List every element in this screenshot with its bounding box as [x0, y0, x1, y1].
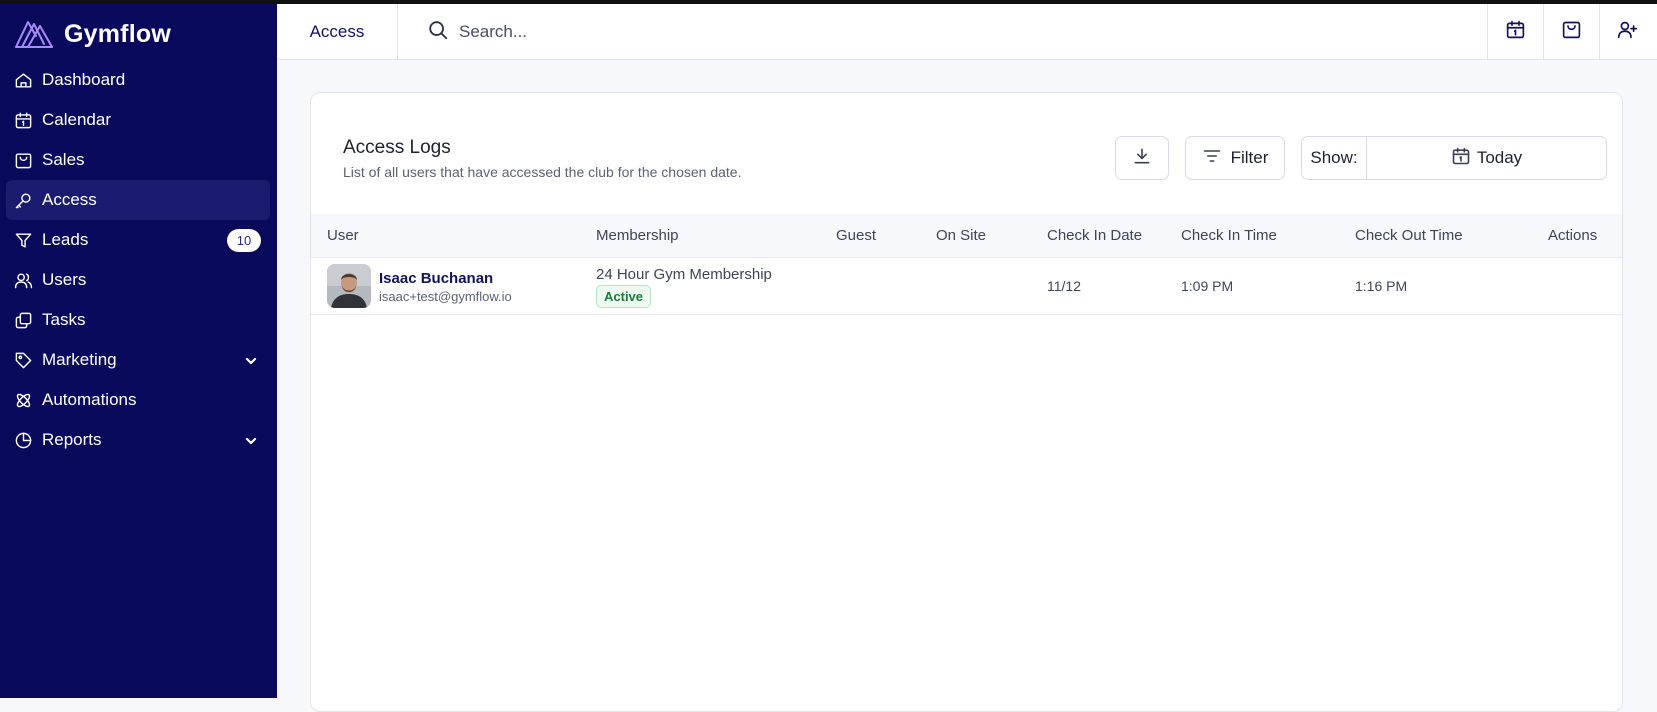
- status-badge: Active: [596, 285, 652, 308]
- sidebar-item-reports[interactable]: Reports: [6, 420, 270, 460]
- sidebar-item-dashboard[interactable]: Dashboard: [6, 60, 270, 100]
- search-icon: [427, 19, 449, 46]
- home-icon: [14, 71, 33, 90]
- sidebar: Gymflow Dashboard Calendar Sales Access …: [0, 0, 277, 698]
- sidebar-item-label: Marketing: [42, 350, 117, 369]
- filter-lines-icon: [1202, 146, 1222, 171]
- calendar-button[interactable]: [1487, 4, 1543, 59]
- sidebar-item-tasks[interactable]: Tasks: [6, 300, 270, 340]
- user-name-link[interactable]: Isaac Buchanan: [379, 270, 493, 287]
- cart-button[interactable]: [1543, 4, 1599, 59]
- gymflow-logo-icon: [14, 14, 54, 55]
- table-header: User Membership Guest On Site Check In D…: [311, 214, 1622, 258]
- card-subtitle: List of all users that have accessed the…: [343, 164, 742, 180]
- show-label: Show:: [1302, 137, 1367, 179]
- window-top-border: [0, 0, 1657, 4]
- users-icon: [14, 271, 33, 290]
- atom-icon: [14, 391, 33, 410]
- access-logs-card: Access Logs List of all users that have …: [310, 92, 1623, 712]
- sidebar-item-marketing[interactable]: Marketing: [6, 340, 270, 380]
- sidebar-nav: Dashboard Calendar Sales Access Leads 10…: [6, 60, 270, 460]
- page-title: Access: [277, 4, 398, 59]
- calendar-icon: [1451, 146, 1471, 171]
- avatar[interactable]: [327, 264, 371, 308]
- shopping-bag-icon: [1561, 19, 1582, 45]
- calendar-icon: [1505, 19, 1526, 45]
- filter-button[interactable]: Filter: [1185, 136, 1285, 180]
- sidebar-item-automations[interactable]: Automations: [6, 380, 270, 420]
- search-input[interactable]: [459, 22, 999, 42]
- calendar-icon: [14, 111, 33, 130]
- search-bar[interactable]: [427, 18, 1027, 46]
- user-plus-icon: [1617, 19, 1638, 45]
- leads-count-badge: 10: [227, 229, 261, 252]
- tasks-icon: [14, 311, 33, 330]
- sidebar-item-label: Automations: [42, 390, 137, 409]
- sidebar-item-leads[interactable]: Leads 10: [6, 220, 270, 260]
- sidebar-item-label: Users: [42, 270, 87, 289]
- date-select-value: Today: [1476, 148, 1523, 167]
- card-title: Access Logs: [343, 137, 451, 158]
- check-in-time-cell: 1:09 PM: [1181, 278, 1234, 294]
- date-select-button[interactable]: Today: [1367, 137, 1606, 179]
- tag-icon: [14, 351, 33, 370]
- column-header-user[interactable]: User: [327, 227, 359, 244]
- sidebar-item-label: Calendar: [42, 110, 111, 129]
- chevron-down-icon[interactable]: [244, 433, 258, 447]
- shopping-bag-icon: [14, 151, 33, 170]
- top-bar: Access: [277, 4, 1657, 60]
- column-header-check-out-time[interactable]: Check Out Time: [1355, 227, 1463, 244]
- date-range-selector: Show: Today: [1301, 136, 1607, 180]
- download-icon: [1132, 146, 1152, 171]
- sidebar-item-calendar[interactable]: Calendar: [6, 100, 270, 140]
- sidebar-item-label: Access: [42, 190, 97, 209]
- column-header-actions: Actions: [1548, 227, 1598, 244]
- sidebar-item-sales[interactable]: Sales: [6, 140, 270, 180]
- sidebar-item-label: Leads: [42, 230, 89, 249]
- sidebar-item-label: Dashboard: [42, 70, 126, 89]
- pie-chart-icon: [14, 431, 33, 450]
- sidebar-item-users[interactable]: Users: [6, 260, 270, 300]
- sidebar-item-label: Tasks: [42, 310, 86, 329]
- column-header-check-in-date[interactable]: Check In Date: [1047, 227, 1142, 244]
- sidebar-item-access[interactable]: Access: [6, 180, 270, 220]
- add-user-button[interactable]: [1599, 4, 1655, 59]
- filter-label: Filter: [1230, 148, 1269, 167]
- key-icon: [14, 191, 33, 210]
- check-in-date-cell: 11/12: [1047, 278, 1081, 294]
- column-header-on-site[interactable]: On Site: [936, 227, 986, 244]
- column-header-membership[interactable]: Membership: [596, 227, 679, 244]
- app-name: Gymflow: [64, 20, 171, 48]
- column-header-guest[interactable]: Guest: [836, 227, 876, 244]
- download-button[interactable]: [1115, 136, 1169, 180]
- sidebar-item-label: Sales: [42, 150, 85, 169]
- user-email: isaac+test@gymflow.io: [379, 289, 512, 304]
- filter-icon: [14, 231, 33, 250]
- check-out-time-cell: 1:16 PM: [1355, 278, 1408, 294]
- brand[interactable]: Gymflow: [14, 14, 171, 55]
- membership-name: 24 Hour Gym Membership: [596, 266, 772, 283]
- sidebar-item-label: Reports: [42, 430, 102, 449]
- column-header-check-in-time[interactable]: Check In Time: [1181, 227, 1277, 244]
- chevron-down-icon[interactable]: [244, 353, 258, 367]
- table-row[interactable]: Isaac Buchanan isaac+test@gymflow.io 24 …: [311, 258, 1622, 315]
